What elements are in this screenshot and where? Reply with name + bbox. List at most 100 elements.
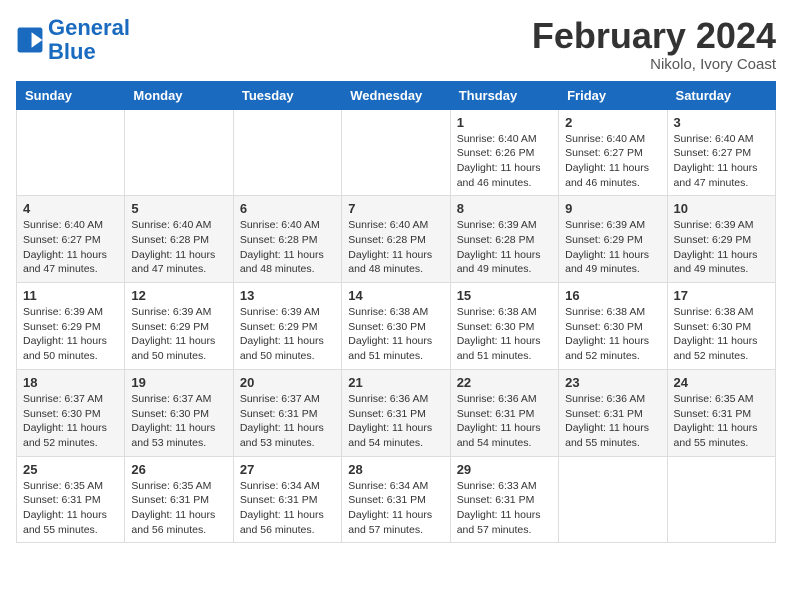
calendar-day: 22Sunrise: 6:36 AM Sunset: 6:31 PM Dayli… bbox=[450, 369, 558, 456]
day-number: 29 bbox=[457, 462, 552, 477]
calendar-day: 8Sunrise: 6:39 AM Sunset: 6:28 PM Daylig… bbox=[450, 196, 558, 283]
calendar-day: 7 Sunrise: 6:40 AM Sunset: 6:28 PM Daylig… bbox=[342, 196, 450, 283]
weekday-header: Thursday bbox=[450, 81, 558, 109]
day-info: Sunrise: 6:39 AM Sunset: 6:29 PM Dayligh… bbox=[674, 218, 769, 277]
title-area: February 2024 Nikolo, Ivory Coast bbox=[532, 16, 776, 73]
calendar-week: 25 Sunrise: 6:35 AM Sunset: 6:31 PM Dayli… bbox=[17, 456, 776, 543]
weekday-header: Wednesday bbox=[342, 81, 450, 109]
calendar-day: 25 Sunrise: 6:35 AM Sunset: 6:31 PM Dayli… bbox=[17, 456, 125, 543]
day-number: 14 bbox=[348, 288, 443, 303]
calendar-day: 20 Sunrise: 6:37 AM Sunset: 6:31 PM Dayli… bbox=[233, 369, 341, 456]
calendar-day: 12 Sunrise: 6:39 AM Sunset: 6:29 PM Dayli… bbox=[125, 283, 233, 370]
day-number: 19 bbox=[131, 375, 226, 390]
month-title: February 2024 bbox=[532, 16, 776, 56]
calendar-day: 19 Sunrise: 6:37 AM Sunset: 6:30 PM Dayli… bbox=[125, 369, 233, 456]
day-number: 21 bbox=[348, 375, 443, 390]
day-number: 8 bbox=[457, 201, 552, 216]
day-info: Sunrise: 6:39 AM Sunset: 6:29 PM Dayligh… bbox=[23, 305, 118, 364]
day-info: Sunrise: 6:38 AM Sunset: 6:30 PM Dayligh… bbox=[457, 305, 552, 364]
day-info: Sunrise: 6:39 AM Sunset: 6:29 PM Dayligh… bbox=[131, 305, 226, 364]
day-number: 27 bbox=[240, 462, 335, 477]
day-info: Sunrise: 6:33 AM Sunset: 6:31 PM Dayligh… bbox=[457, 479, 552, 538]
logo-icon bbox=[16, 26, 44, 54]
day-info: Sunrise: 6:40 AM Sunset: 6:26 PM Dayligh… bbox=[457, 132, 552, 191]
calendar-day: 1 Sunrise: 6:40 AM Sunset: 6:26 PM Daylig… bbox=[450, 109, 558, 196]
day-info: Sunrise: 6:40 AM Sunset: 6:28 PM Dayligh… bbox=[240, 218, 335, 277]
calendar-day bbox=[233, 109, 341, 196]
day-info: Sunrise: 6:38 AM Sunset: 6:30 PM Dayligh… bbox=[674, 305, 769, 364]
day-number: 20 bbox=[240, 375, 335, 390]
calendar-day: 21 Sunrise: 6:36 AM Sunset: 6:31 PM Dayli… bbox=[342, 369, 450, 456]
logo: General Blue bbox=[16, 16, 130, 64]
day-number: 17 bbox=[674, 288, 769, 303]
location-title: Nikolo, Ivory Coast bbox=[532, 56, 776, 73]
day-number: 11 bbox=[23, 288, 118, 303]
day-info: Sunrise: 6:35 AM Sunset: 6:31 PM Dayligh… bbox=[131, 479, 226, 538]
day-info: Sunrise: 6:37 AM Sunset: 6:30 PM Dayligh… bbox=[131, 392, 226, 451]
calendar-day: 4 Sunrise: 6:40 AM Sunset: 6:27 PM Daylig… bbox=[17, 196, 125, 283]
calendar-week: 11 Sunrise: 6:39 AM Sunset: 6:29 PM Dayli… bbox=[17, 283, 776, 370]
calendar-day bbox=[17, 109, 125, 196]
day-number: 28 bbox=[348, 462, 443, 477]
calendar-day: 13 Sunrise: 6:39 AM Sunset: 6:29 PM Dayli… bbox=[233, 283, 341, 370]
day-number: 7 bbox=[348, 201, 443, 216]
day-info: Sunrise: 6:37 AM Sunset: 6:31 PM Dayligh… bbox=[240, 392, 335, 451]
calendar-day: 17 Sunrise: 6:38 AM Sunset: 6:30 PM Dayli… bbox=[667, 283, 775, 370]
day-number: 22 bbox=[457, 375, 552, 390]
day-number: 3 bbox=[674, 115, 769, 130]
calendar-day bbox=[559, 456, 667, 543]
day-number: 18 bbox=[23, 375, 118, 390]
day-info: Sunrise: 6:39 AM Sunset: 6:29 PM Dayligh… bbox=[240, 305, 335, 364]
day-info: Sunrise: 6:35 AM Sunset: 6:31 PM Dayligh… bbox=[674, 392, 769, 451]
day-number: 26 bbox=[131, 462, 226, 477]
day-info: Sunrise: 6:40 AM Sunset: 6:27 PM Dayligh… bbox=[565, 132, 660, 191]
weekday-header: Saturday bbox=[667, 81, 775, 109]
calendar-day: 6 Sunrise: 6:40 AM Sunset: 6:28 PM Daylig… bbox=[233, 196, 341, 283]
header-row: SundayMondayTuesdayWednesdayThursdayFrid… bbox=[17, 81, 776, 109]
day-info: Sunrise: 6:38 AM Sunset: 6:30 PM Dayligh… bbox=[565, 305, 660, 364]
day-info: Sunrise: 6:36 AM Sunset: 6:31 PM Dayligh… bbox=[348, 392, 443, 451]
calendar-day: 18 Sunrise: 6:37 AM Sunset: 6:30 PM Dayli… bbox=[17, 369, 125, 456]
calendar-header: SundayMondayTuesdayWednesdayThursdayFrid… bbox=[17, 81, 776, 109]
day-number: 10 bbox=[674, 201, 769, 216]
calendar-day: 11 Sunrise: 6:39 AM Sunset: 6:29 PM Dayli… bbox=[17, 283, 125, 370]
calendar-day: 24Sunrise: 6:35 AM Sunset: 6:31 PM Dayli… bbox=[667, 369, 775, 456]
day-info: Sunrise: 6:40 AM Sunset: 6:28 PM Dayligh… bbox=[131, 218, 226, 277]
calendar-week: 4 Sunrise: 6:40 AM Sunset: 6:27 PM Daylig… bbox=[17, 196, 776, 283]
calendar-day: 29 Sunrise: 6:33 AM Sunset: 6:31 PM Dayli… bbox=[450, 456, 558, 543]
day-number: 12 bbox=[131, 288, 226, 303]
day-number: 2 bbox=[565, 115, 660, 130]
weekday-header: Monday bbox=[125, 81, 233, 109]
day-info: Sunrise: 6:34 AM Sunset: 6:31 PM Dayligh… bbox=[348, 479, 443, 538]
calendar-day: 15Sunrise: 6:38 AM Sunset: 6:30 PM Dayli… bbox=[450, 283, 558, 370]
calendar-day bbox=[667, 456, 775, 543]
calendar-day: 28 Sunrise: 6:34 AM Sunset: 6:31 PM Dayli… bbox=[342, 456, 450, 543]
day-info: Sunrise: 6:40 AM Sunset: 6:27 PM Dayligh… bbox=[23, 218, 118, 277]
calendar-week: 18 Sunrise: 6:37 AM Sunset: 6:30 PM Dayli… bbox=[17, 369, 776, 456]
day-number: 1 bbox=[457, 115, 552, 130]
day-number: 9 bbox=[565, 201, 660, 216]
logo-blue: Blue bbox=[48, 39, 96, 64]
weekday-header: Friday bbox=[559, 81, 667, 109]
day-number: 4 bbox=[23, 201, 118, 216]
day-number: 13 bbox=[240, 288, 335, 303]
calendar-table: SundayMondayTuesdayWednesdayThursdayFrid… bbox=[16, 81, 776, 544]
day-number: 25 bbox=[23, 462, 118, 477]
page-header: General Blue February 2024 Nikolo, Ivory… bbox=[16, 16, 776, 73]
day-info: Sunrise: 6:40 AM Sunset: 6:28 PM Dayligh… bbox=[348, 218, 443, 277]
calendar-day: 16 Sunrise: 6:38 AM Sunset: 6:30 PM Dayli… bbox=[559, 283, 667, 370]
day-info: Sunrise: 6:40 AM Sunset: 6:27 PM Dayligh… bbox=[674, 132, 769, 191]
calendar-day: 2 Sunrise: 6:40 AM Sunset: 6:27 PM Daylig… bbox=[559, 109, 667, 196]
calendar-day: 3 Sunrise: 6:40 AM Sunset: 6:27 PM Daylig… bbox=[667, 109, 775, 196]
day-info: Sunrise: 6:35 AM Sunset: 6:31 PM Dayligh… bbox=[23, 479, 118, 538]
day-number: 16 bbox=[565, 288, 660, 303]
day-info: Sunrise: 6:37 AM Sunset: 6:30 PM Dayligh… bbox=[23, 392, 118, 451]
logo-text: General Blue bbox=[48, 16, 130, 64]
day-info: Sunrise: 6:34 AM Sunset: 6:31 PM Dayligh… bbox=[240, 479, 335, 538]
day-info: Sunrise: 6:38 AM Sunset: 6:30 PM Dayligh… bbox=[348, 305, 443, 364]
day-number: 6 bbox=[240, 201, 335, 216]
calendar-day: 14 Sunrise: 6:38 AM Sunset: 6:30 PM Dayli… bbox=[342, 283, 450, 370]
calendar-day: 27 Sunrise: 6:34 AM Sunset: 6:31 PM Dayli… bbox=[233, 456, 341, 543]
calendar-week: 1 Sunrise: 6:40 AM Sunset: 6:26 PM Daylig… bbox=[17, 109, 776, 196]
calendar-day bbox=[125, 109, 233, 196]
